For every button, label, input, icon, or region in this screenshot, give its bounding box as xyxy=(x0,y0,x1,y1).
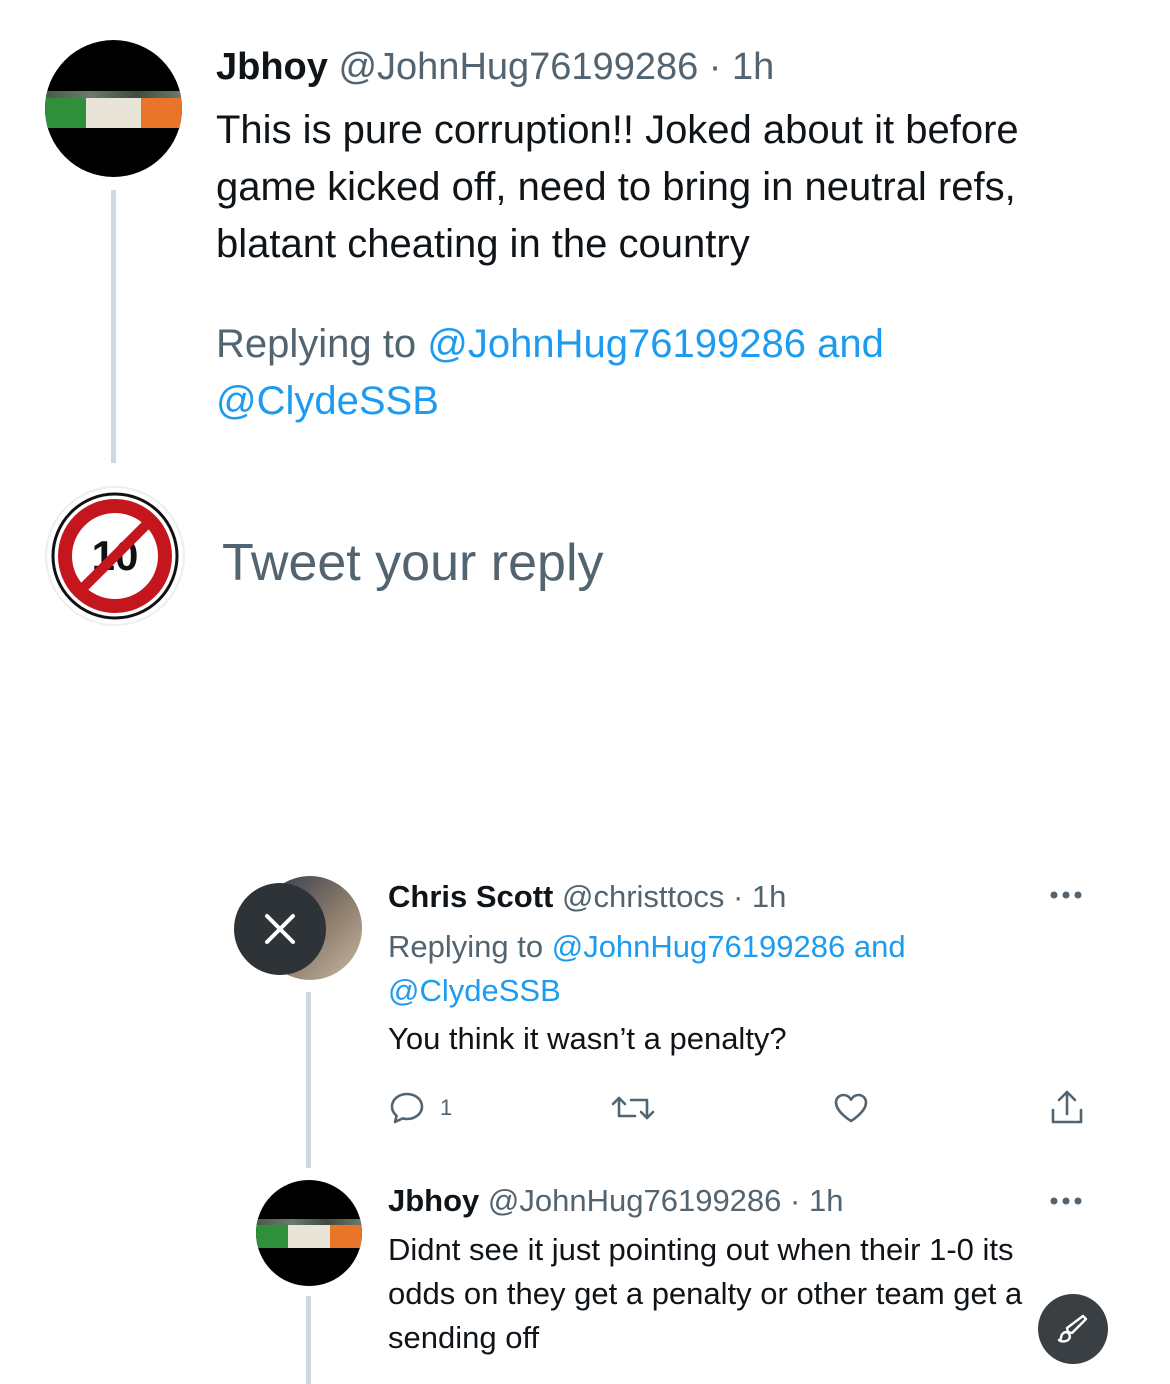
replying-to-and[interactable]: and xyxy=(817,322,884,366)
flag-banner-image xyxy=(45,90,182,128)
reply-input[interactable]: Tweet your reply xyxy=(222,530,604,596)
more-horizontal-icon xyxy=(1050,891,1082,899)
like-button[interactable] xyxy=(832,1090,870,1131)
replying-to-and[interactable]: and xyxy=(854,929,906,964)
thread-line xyxy=(306,992,311,1168)
reply-1-time[interactable]: · 1h xyxy=(733,879,786,914)
thread-line xyxy=(111,190,116,463)
reply-2-handle[interactable]: @JohnHug76199286 xyxy=(488,1183,782,1218)
retweet-button[interactable] xyxy=(610,1090,656,1131)
share-icon xyxy=(1051,1090,1083,1124)
more-horizontal-icon xyxy=(1050,1197,1082,1205)
more-options-button[interactable] xyxy=(1046,880,1086,910)
replying-to-user-2[interactable]: @ClydeSSB xyxy=(388,973,561,1008)
composer-avatar[interactable]: 10 xyxy=(45,486,185,626)
flag-banner-image xyxy=(256,1219,362,1248)
main-tweet-replying-to: Replying to @JohnHug76199286 and @ClydeS… xyxy=(216,316,1116,430)
reply-1-handle[interactable]: @christtocs xyxy=(562,879,724,914)
reply-count: 1 xyxy=(440,1095,453,1120)
no-cheerio-logo: 10 xyxy=(51,492,179,620)
replying-to-label: Replying to xyxy=(388,929,544,964)
retweet-icon xyxy=(611,1096,655,1120)
reply-2-header: Jbhoy @JohnHug76199286 · 1h xyxy=(388,1180,843,1222)
close-button[interactable] xyxy=(234,883,326,975)
replying-to-user-2[interactable]: @ClydeSSB xyxy=(216,379,439,423)
reply-2-text: Didnt see it just pointing out when thei… xyxy=(388,1232,1023,1355)
markup-button[interactable] xyxy=(1038,1294,1108,1364)
main-tweet-header: Jbhoy @JohnHug76199286 · 1h xyxy=(216,42,774,92)
reply-2-display-name[interactable]: Jbhoy xyxy=(388,1183,479,1218)
reply-2-avatar[interactable] xyxy=(256,1180,362,1286)
heart-icon xyxy=(834,1093,868,1123)
comment-icon xyxy=(390,1092,424,1124)
reply-action[interactable]: 1 xyxy=(388,1090,452,1126)
replying-to-label: Replying to xyxy=(216,322,417,366)
reply-1-replying-to: Replying to @JohnHug76199286 and @ClydeS… xyxy=(388,925,1038,1013)
share-button[interactable] xyxy=(1048,1088,1086,1133)
main-tweet-avatar[interactable] xyxy=(45,40,182,177)
replying-to-user-1[interactable]: @JohnHug76199286 xyxy=(552,929,846,964)
reply-1-display-name[interactable]: Chris Scott xyxy=(388,879,553,914)
more-options-button[interactable] xyxy=(1046,1186,1086,1216)
main-tweet-display-name[interactable]: Jbhoy xyxy=(216,46,328,88)
main-tweet-handle[interactable]: @JohnHug76199286 xyxy=(338,46,698,88)
reply-2-time[interactable]: · 1h xyxy=(790,1183,843,1218)
replying-to-user-1[interactable]: @JohnHug76199286 xyxy=(427,322,806,366)
main-tweet-text: This is pure corruption!! Joked about it… xyxy=(216,108,1019,266)
main-tweet-time[interactable]: · 1h xyxy=(709,46,774,88)
reply-1-header: Chris Scott @christtocs · 1h xyxy=(388,876,786,918)
brush-icon xyxy=(1057,1314,1088,1343)
reply-1-text: You think it wasn’t a penalty? xyxy=(388,1021,787,1056)
close-icon xyxy=(265,914,295,944)
thread-line xyxy=(306,1296,311,1384)
